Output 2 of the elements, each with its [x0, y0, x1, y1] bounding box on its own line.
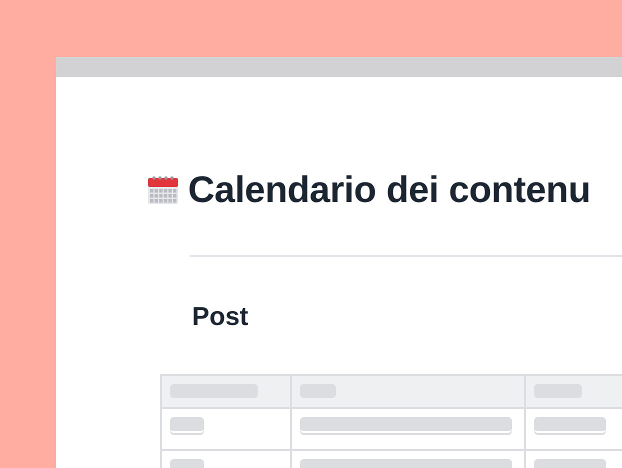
page-title: Calendario dei contenu: [188, 169, 591, 211]
section-heading: Post: [192, 301, 250, 332]
